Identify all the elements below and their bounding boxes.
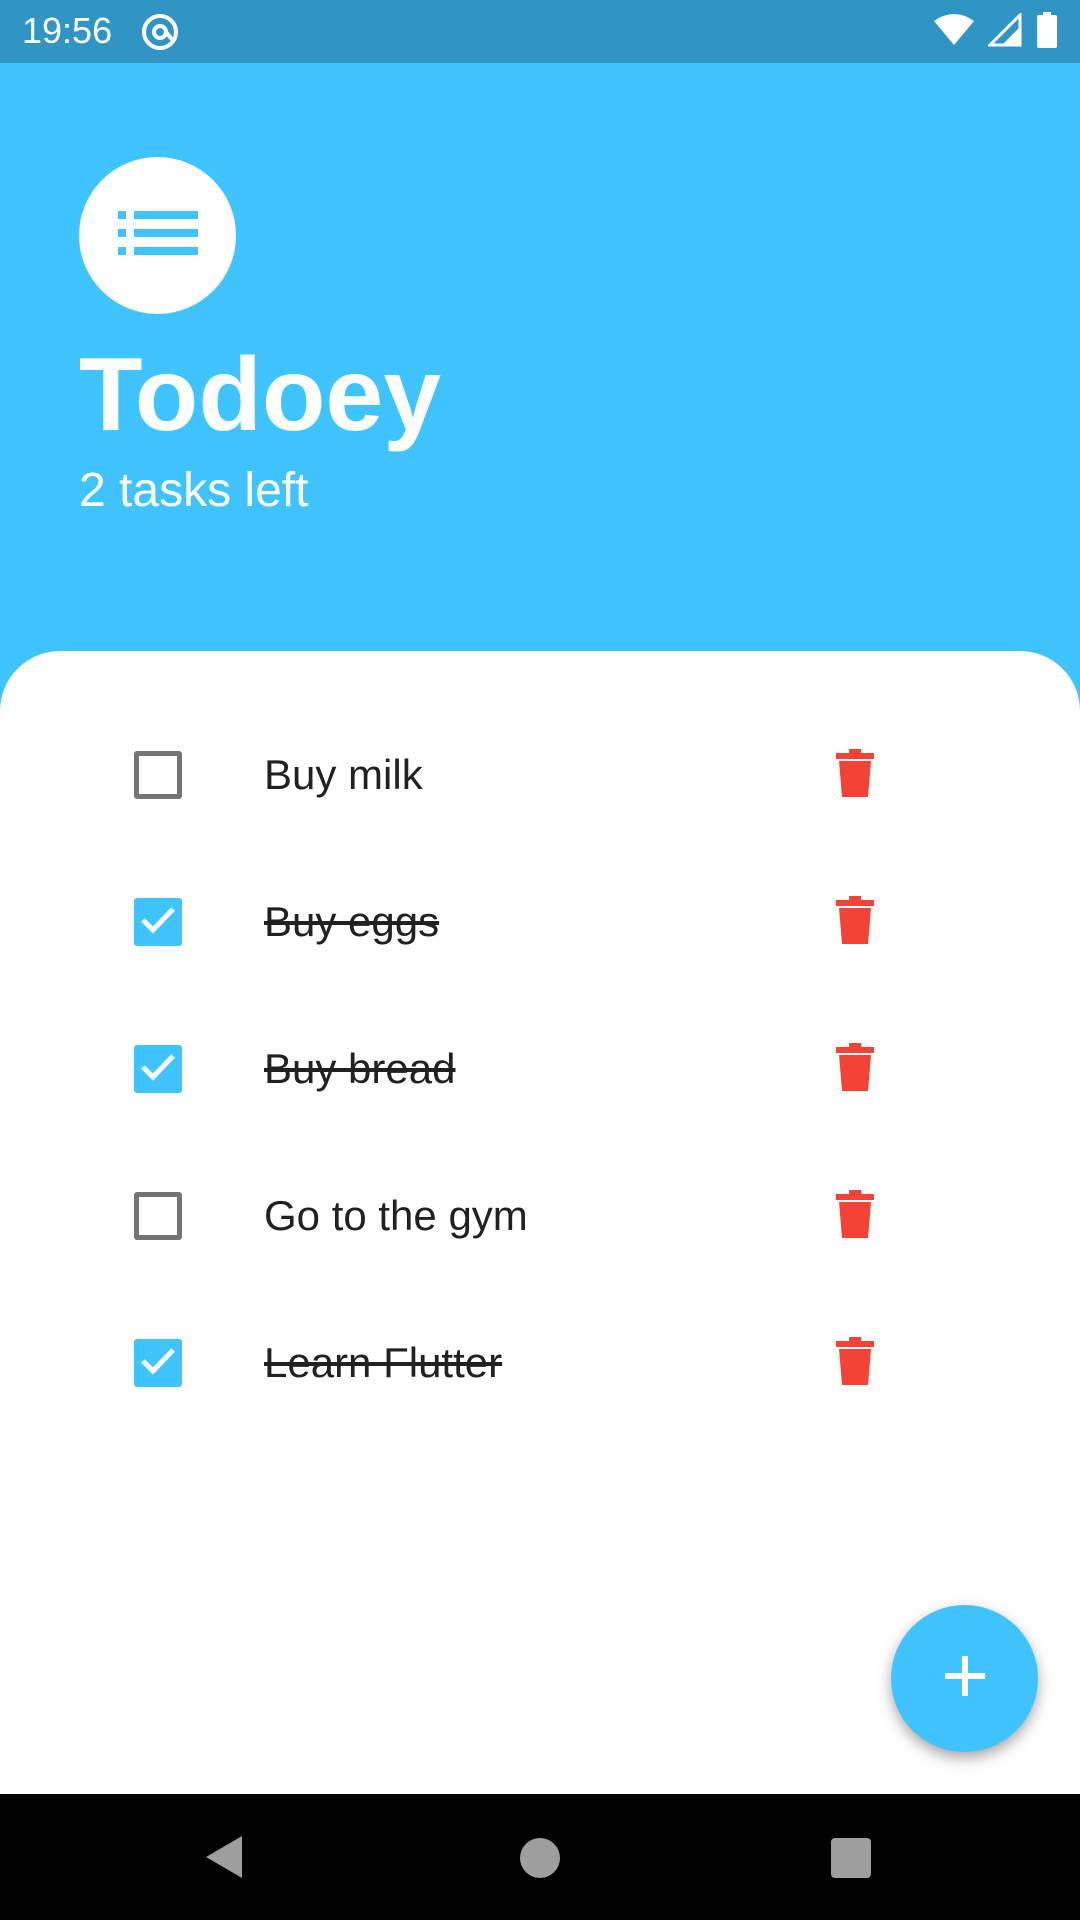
- task-row: Buy eggs: [0, 848, 1080, 995]
- trash-icon: [836, 1336, 874, 1390]
- at-sign-icon: [140, 12, 180, 52]
- trash-icon: [836, 1189, 874, 1243]
- status-time: 19:56: [22, 10, 113, 51]
- add-task-button[interactable]: [891, 1605, 1038, 1752]
- checkmark-icon: [140, 1346, 176, 1381]
- task-checkbox[interactable]: [134, 751, 182, 799]
- wifi-icon: [934, 13, 974, 52]
- checkmark-icon: [140, 905, 176, 940]
- checkmark-icon: [140, 1052, 176, 1087]
- delete-button[interactable]: [833, 1189, 877, 1243]
- task-label: Buy milk: [264, 751, 423, 798]
- add-icon: [943, 1654, 987, 1703]
- task-label: Buy bread: [264, 1045, 456, 1092]
- recents-icon[interactable]: [831, 1838, 871, 1878]
- task-checkbox[interactable]: [134, 898, 182, 946]
- task-label: Buy eggs: [264, 898, 440, 945]
- trash-icon: [836, 1042, 874, 1096]
- header: Todoey 2 tasks left: [0, 63, 1080, 653]
- task-row: Learn Flutter: [0, 1289, 1080, 1436]
- task-row: Buy milk: [0, 701, 1080, 848]
- delete-button[interactable]: [833, 895, 877, 949]
- task-row: Go to the gym: [0, 1142, 1080, 1289]
- battery-icon: [1036, 12, 1058, 53]
- tasks-left-count: 2 tasks left: [79, 464, 309, 517]
- delete-button[interactable]: [833, 748, 877, 802]
- task-checkbox[interactable]: [134, 1339, 182, 1387]
- delete-button[interactable]: [833, 1042, 877, 1096]
- task-label: Learn Flutter: [264, 1339, 503, 1386]
- logo-avatar: [79, 157, 236, 314]
- task-checkbox[interactable]: [134, 1045, 182, 1093]
- list-icon: [117, 209, 198, 262]
- task-checkbox[interactable]: [134, 1192, 182, 1240]
- app-screen: 19:56 Todoey 2 tasks left Buy milk Buy e…: [0, 0, 1080, 1920]
- signal-icon: [986, 11, 1022, 52]
- trash-icon: [836, 895, 874, 949]
- back-icon[interactable]: [204, 1834, 244, 1885]
- trash-icon: [836, 748, 874, 802]
- task-row: Buy bread: [0, 995, 1080, 1142]
- page-title: Todoey: [79, 337, 442, 453]
- status-bar: 19:56: [0, 0, 1080, 63]
- home-icon[interactable]: [520, 1838, 560, 1878]
- task-list: Buy milk Buy eggs Buy bread Go to the gym Le…: [0, 701, 1080, 1436]
- task-label: Go to the gym: [264, 1192, 528, 1239]
- status-icons: [934, 11, 1058, 53]
- delete-button[interactable]: [833, 1336, 877, 1390]
- navigation-bar: [0, 1794, 1080, 1920]
